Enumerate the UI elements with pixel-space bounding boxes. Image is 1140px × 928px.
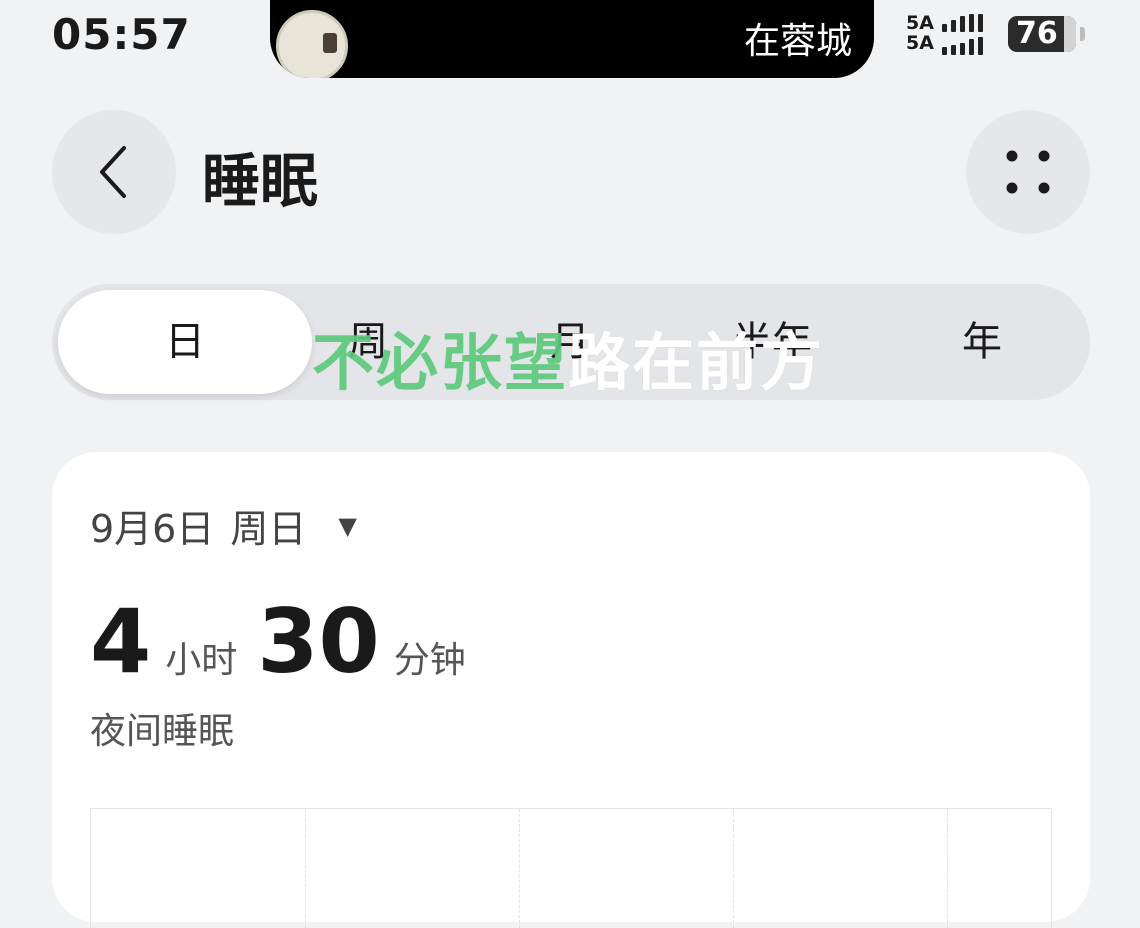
sleep-duration: 4 小时 30 分钟 bbox=[90, 590, 486, 693]
back-button[interactable] bbox=[52, 110, 176, 234]
signal-label: 5A 5A bbox=[906, 12, 934, 54]
page-title: 睡眠 bbox=[202, 147, 319, 215]
status-time: 05:57 bbox=[52, 10, 191, 59]
tab-year[interactable]: 年 bbox=[882, 284, 1082, 400]
tab-week[interactable]: 周 bbox=[268, 284, 468, 400]
island-song-title: 在蓉城 bbox=[743, 21, 852, 62]
tab-month[interactable]: 月 bbox=[470, 284, 670, 400]
chevron-left-icon bbox=[100, 146, 126, 198]
battery-icon: 76 bbox=[1008, 16, 1076, 52]
media-thumbnail bbox=[276, 10, 348, 78]
battery-level: 76 bbox=[1016, 16, 1058, 51]
sleep-type-label: 夜间睡眠 bbox=[90, 711, 235, 752]
tab-half-year[interactable]: 半年 bbox=[672, 284, 872, 400]
duration-hours: 4 bbox=[90, 590, 152, 693]
period-tabs: 日 周 月 半年 年 bbox=[52, 284, 1090, 400]
hours-unit: 小时 bbox=[165, 640, 238, 681]
sleep-chart bbox=[90, 808, 1052, 928]
cellular-signal-icon bbox=[942, 14, 983, 55]
more-button[interactable] bbox=[966, 110, 1090, 234]
date-label: 9月6日 bbox=[90, 507, 215, 551]
date-selector[interactable]: 9月6日 周日 ▼ bbox=[90, 498, 357, 553]
sleep-summary-card: 9月6日 周日 ▼ 4 小时 30 分钟 夜间睡眠 bbox=[52, 452, 1090, 928]
caret-down-icon: ▼ bbox=[338, 511, 357, 540]
dynamic-island[interactable]: 在蓉城 bbox=[270, 0, 874, 78]
weekday-label: 周日 bbox=[230, 507, 307, 551]
battery-tip bbox=[1080, 27, 1085, 41]
minutes-unit: 分钟 bbox=[393, 640, 466, 681]
four-dots-icon bbox=[1006, 150, 1050, 194]
duration-minutes: 30 bbox=[257, 590, 380, 693]
